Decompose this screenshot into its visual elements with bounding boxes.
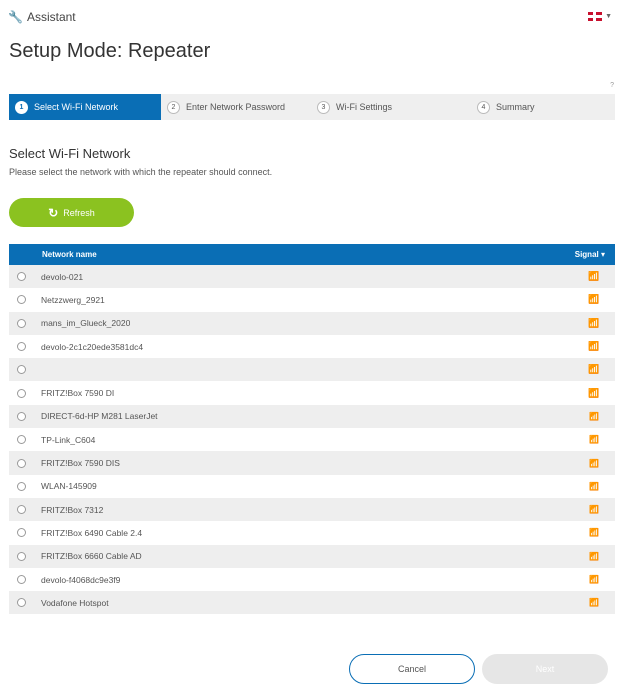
table-row[interactable]: FRITZ!Box 7312 📶 xyxy=(9,497,615,522)
table-body: devolo-021 📶 Netzzwerg_2921 📶 mans_im_Glueck… xyxy=(9,265,615,615)
step-label: Select Wi-Fi Network xyxy=(34,102,119,112)
network-radio[interactable] xyxy=(17,318,26,328)
table-row[interactable]: TP-Link_C604 📶 xyxy=(9,428,615,451)
wifi-signal-icon: 📶 xyxy=(589,598,599,608)
network-name: Vodafone Hotspot xyxy=(41,597,109,608)
step-number: 2 xyxy=(167,100,180,114)
network-name: FRITZ!Box 7312 xyxy=(41,504,104,515)
network-name: devolo-021 xyxy=(41,271,84,282)
step-label: Enter Network Password xyxy=(186,102,286,112)
table-row[interactable]: Vodafone Hotspot 📶 xyxy=(9,591,615,615)
network-radio[interactable] xyxy=(17,528,26,538)
wifi-signal-icon: 📶 xyxy=(589,505,599,515)
step-number: 4 xyxy=(477,100,490,114)
network-radio[interactable] xyxy=(17,365,26,375)
uk-flag-icon xyxy=(588,12,603,21)
table-row[interactable]: 📶 xyxy=(9,358,615,382)
network-name: Netzzwerg_2921 xyxy=(41,294,105,305)
network-radio[interactable] xyxy=(17,551,26,561)
network-name: FRITZ!Box 6660 Cable AD xyxy=(41,551,142,562)
network-radio[interactable] xyxy=(17,575,26,584)
table-row[interactable]: devolo-021 📶 xyxy=(9,265,615,289)
language-selector[interactable]: ▼ xyxy=(588,12,612,21)
wifi-signal-icon: 📶 xyxy=(589,551,599,561)
wifi-signal-icon: 📶 xyxy=(588,294,600,305)
step-label: Wi-Fi Settings xyxy=(336,102,393,112)
col-network-name: Network name xyxy=(42,250,97,259)
network-radio[interactable] xyxy=(17,388,26,398)
network-name: devolo-f4068dc9e3f9 xyxy=(41,574,121,585)
network-radio[interactable] xyxy=(17,411,26,421)
step-wifi-settings: 3 Wi-Fi Settings xyxy=(311,94,471,120)
wrench-icon: 🔧 xyxy=(8,10,23,24)
wifi-signal-icon: 📶 xyxy=(589,411,599,421)
wifi-signal-icon: 📶 xyxy=(589,458,599,468)
table-row[interactable]: WLAN-145909 📶 xyxy=(9,475,615,498)
chevron-down-icon: ▼ xyxy=(605,13,612,20)
step-number: 1 xyxy=(15,100,28,114)
network-radio[interactable] xyxy=(17,481,26,491)
table-row[interactable]: devolo-2c1c20ede3581dc4 📶 xyxy=(9,335,615,358)
wifi-signal-icon: 📶 xyxy=(588,271,600,282)
network-radio[interactable] xyxy=(17,342,26,352)
network-radio[interactable] xyxy=(17,272,26,282)
table-row[interactable]: FRITZ!Box 7590 DI 📶 xyxy=(9,381,615,404)
section-title: Select Wi-Fi Network xyxy=(9,146,131,161)
app-label: Assistant xyxy=(26,10,76,24)
network-name: devolo-2c1c20ede3581dc4 xyxy=(41,341,144,352)
network-radio[interactable] xyxy=(17,435,26,445)
wizard-steps: 1 Select Wi-Fi Network 2 Enter Network P… xyxy=(9,94,615,120)
step-summary: 4 Summary xyxy=(471,94,611,120)
network-radio[interactable] xyxy=(17,598,26,608)
table-row[interactable]: FRITZ!Box 6660 Cable AD 📶 xyxy=(9,544,615,568)
refresh-icon: ↻ xyxy=(48,205,59,220)
network-name: FRITZ!Box 7590 DI xyxy=(41,388,115,399)
network-radio[interactable] xyxy=(17,295,26,305)
table-row[interactable]: FRITZ!Box 7590 DIS 📶 xyxy=(9,451,615,475)
wifi-signal-icon: 📶 xyxy=(589,575,599,584)
next-button[interactable]: Next xyxy=(482,654,608,684)
network-radio[interactable] xyxy=(17,458,26,468)
network-name: mans_im_Glueck_2020 xyxy=(41,318,131,329)
wifi-signal-icon: 📶 xyxy=(588,317,600,328)
network-name: WLAN-145909 xyxy=(41,481,97,492)
step-enter-password: 2 Enter Network Password xyxy=(161,94,311,120)
table-header: Network name Signal ▾ xyxy=(9,244,615,265)
refresh-label: Refresh xyxy=(63,207,95,218)
table-row[interactable]: devolo-f4068dc9e3f9 📶 xyxy=(9,568,615,591)
step-label: Summary xyxy=(496,102,535,112)
wifi-signal-icon: 📶 xyxy=(588,364,600,375)
wifi-signal-icon: 📶 xyxy=(588,341,600,352)
wifi-signal-icon: 📶 xyxy=(589,481,599,491)
network-radio[interactable] xyxy=(17,505,26,515)
refresh-button[interactable]: ↻ Refresh xyxy=(9,198,134,227)
table-row[interactable]: mans_im_Glueck_2020 📶 xyxy=(9,311,615,335)
table-row[interactable]: FRITZ!Box 6490 Cable 2.4 📶 xyxy=(9,521,615,544)
wifi-signal-icon: 📶 xyxy=(588,387,600,398)
network-table: Network name Signal ▾ devolo-021 📶 Netzzwe… xyxy=(9,244,615,615)
step-number: 3 xyxy=(317,100,330,114)
col-signal[interactable]: Signal ▾ xyxy=(575,250,605,259)
help-link[interactable]: ? xyxy=(610,82,614,89)
wifi-signal-icon: 📶 xyxy=(589,528,599,538)
wifi-signal-icon: 📶 xyxy=(589,435,599,445)
top-bar: 🔧 Assistant xyxy=(8,8,616,26)
network-name: TP-Link_C604 xyxy=(41,434,96,445)
page-title: Setup Mode: Repeater xyxy=(9,40,211,62)
cancel-button[interactable]: Cancel xyxy=(349,654,475,684)
table-row[interactable]: DIRECT-6d-HP M281 LaserJet 📶 xyxy=(9,404,615,429)
network-name: FRITZ!Box 6490 Cable 2.4 xyxy=(41,527,143,538)
section-description: Please select the network with which the… xyxy=(9,167,273,177)
network-name: FRITZ!Box 7590 DIS xyxy=(41,458,120,469)
network-name: DIRECT-6d-HP M281 LaserJet xyxy=(41,411,158,422)
table-row[interactable]: Netzzwerg_2921 📶 xyxy=(9,288,615,311)
step-select-network: 1 Select Wi-Fi Network xyxy=(9,94,161,120)
